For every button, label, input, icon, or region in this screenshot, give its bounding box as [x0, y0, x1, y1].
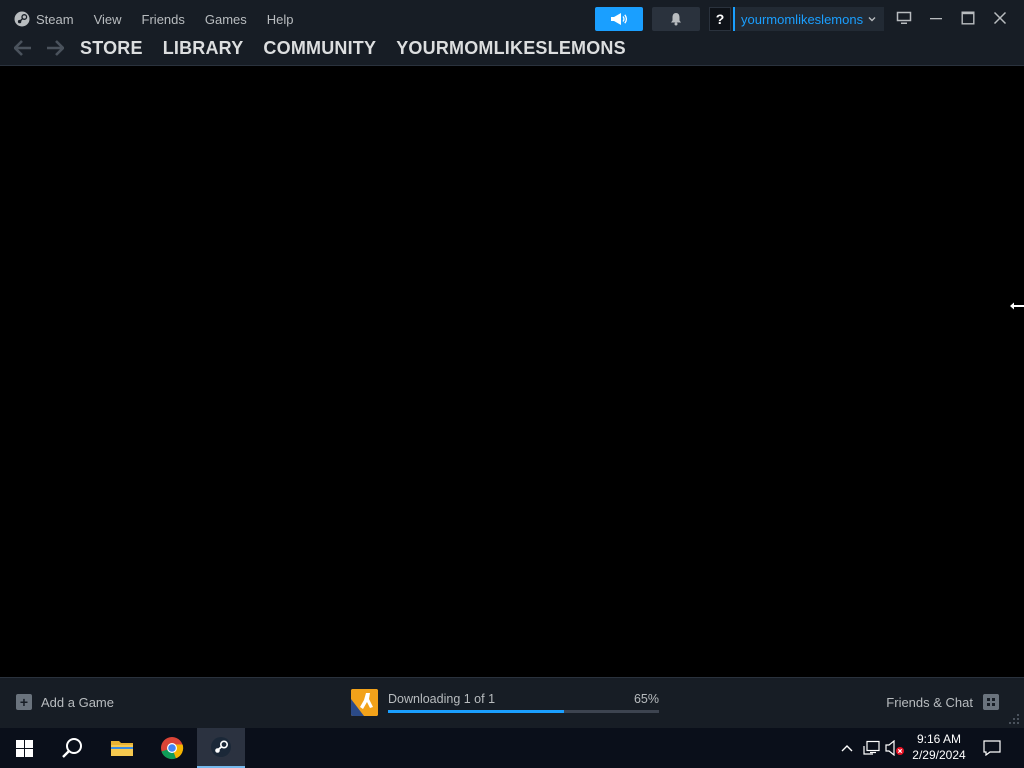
nav-profile[interactable]: YOURMOMLIKESLEMONS — [396, 38, 626, 59]
top-controls: ? yourmomlikeslemons — [595, 7, 885, 31]
chrome-icon — [161, 737, 184, 760]
close-button[interactable] — [989, 7, 1011, 29]
friends-chat-label: Friends & Chat — [886, 694, 973, 710]
chrome-button[interactable] — [148, 728, 196, 768]
megaphone-icon — [611, 13, 628, 25]
action-center-button[interactable] — [978, 728, 1006, 768]
account-menu[interactable]: yourmomlikeslemons — [733, 7, 885, 31]
nav-library[interactable]: LIBRARY — [163, 38, 244, 59]
help-button[interactable]: ? — [709, 7, 731, 31]
menu-bar: Steam View Friends Games Help — [14, 9, 314, 29]
big-picture-button[interactable] — [893, 7, 915, 29]
menu-steam[interactable]: Steam — [14, 11, 74, 27]
game-thumbnail-icon — [351, 689, 378, 716]
download-progress-fill — [388, 710, 565, 713]
maximize-button[interactable] — [957, 7, 979, 29]
network-icon — [863, 740, 880, 755]
game-art-icon — [351, 689, 378, 716]
steam-icon — [14, 11, 30, 27]
title-bar: Steam View Friends Games Help STORE LIBR… — [0, 0, 1024, 66]
maximize-icon — [961, 11, 975, 25]
chevron-up-icon — [841, 745, 853, 752]
add-game-button[interactable]: + Add a Game — [16, 694, 114, 710]
account-username: yourmomlikeslemons — [741, 11, 864, 27]
steam-window: Steam View Friends Games Help STORE LIBR… — [0, 0, 1024, 728]
nav-store[interactable]: STORE — [80, 38, 143, 59]
network-tray-button[interactable] — [860, 728, 882, 768]
main-content — [0, 67, 1024, 677]
arrow-right-icon — [47, 40, 64, 56]
search-icon — [62, 738, 82, 758]
friends-grid-icon — [983, 694, 999, 710]
download-progress-bar — [388, 710, 659, 713]
download-status: Downloading 1 of 1 — [388, 692, 496, 706]
clock-date: 2/29/2024 — [912, 748, 966, 762]
steam-icon — [211, 737, 231, 757]
notifications-button[interactable] — [652, 7, 700, 31]
resize-grip-icon[interactable] — [1008, 713, 1020, 725]
monitor-icon — [896, 11, 912, 24]
nav-community[interactable]: COMMUNITY — [263, 38, 376, 59]
friends-chat-button[interactable]: Friends & Chat — [886, 694, 999, 710]
windows-taskbar: 9:16 AM 2/29/2024 — [0, 728, 1024, 768]
nav-bar: STORE LIBRARY COMMUNITY YOURMOMLIKESLEMO… — [12, 36, 646, 60]
downloads-button[interactable]: Downloading 1 of 1 65% — [351, 688, 661, 718]
back-button[interactable] — [12, 37, 34, 59]
close-icon — [993, 11, 1007, 25]
bell-icon — [671, 13, 681, 26]
folder-icon — [111, 741, 133, 756]
menu-view[interactable]: View — [94, 12, 122, 27]
menu-help[interactable]: Help — [267, 12, 294, 27]
download-percent: 65% — [633, 692, 659, 706]
file-explorer-button[interactable] — [98, 728, 146, 768]
menu-friends[interactable]: Friends — [142, 12, 185, 27]
resize-cursor-icon — [1010, 302, 1024, 310]
minimize-icon — [930, 18, 942, 20]
window-controls — [893, 6, 1021, 30]
menu-games[interactable]: Games — [205, 12, 247, 27]
status-bar: + Add a Game Downloading 1 of 1 65% Frie… — [0, 677, 1024, 728]
announcements-button[interactable] — [595, 7, 643, 31]
search-button[interactable] — [48, 728, 96, 768]
add-game-label: Add a Game — [41, 694, 114, 710]
clock-time: 9:16 AM — [916, 732, 962, 746]
windows-logo-icon — [15, 739, 33, 757]
arrow-left-icon — [14, 40, 31, 56]
notifications-tray-icon — [983, 740, 1001, 756]
minimize-button[interactable] — [925, 7, 947, 29]
forward-button[interactable] — [44, 37, 66, 59]
system-clock[interactable]: 9:16 AM 2/29/2024 — [906, 731, 972, 763]
start-button[interactable] — [0, 728, 48, 768]
plus-icon: + — [16, 694, 32, 710]
chevron-down-icon — [868, 17, 876, 22]
volume-muted-icon — [885, 740, 904, 756]
steam-taskbar-button[interactable] — [197, 728, 245, 768]
show-hidden-icons-button[interactable] — [838, 728, 856, 768]
menu-steam-label: Steam — [36, 11, 74, 27]
volume-tray-button[interactable] — [884, 728, 906, 768]
